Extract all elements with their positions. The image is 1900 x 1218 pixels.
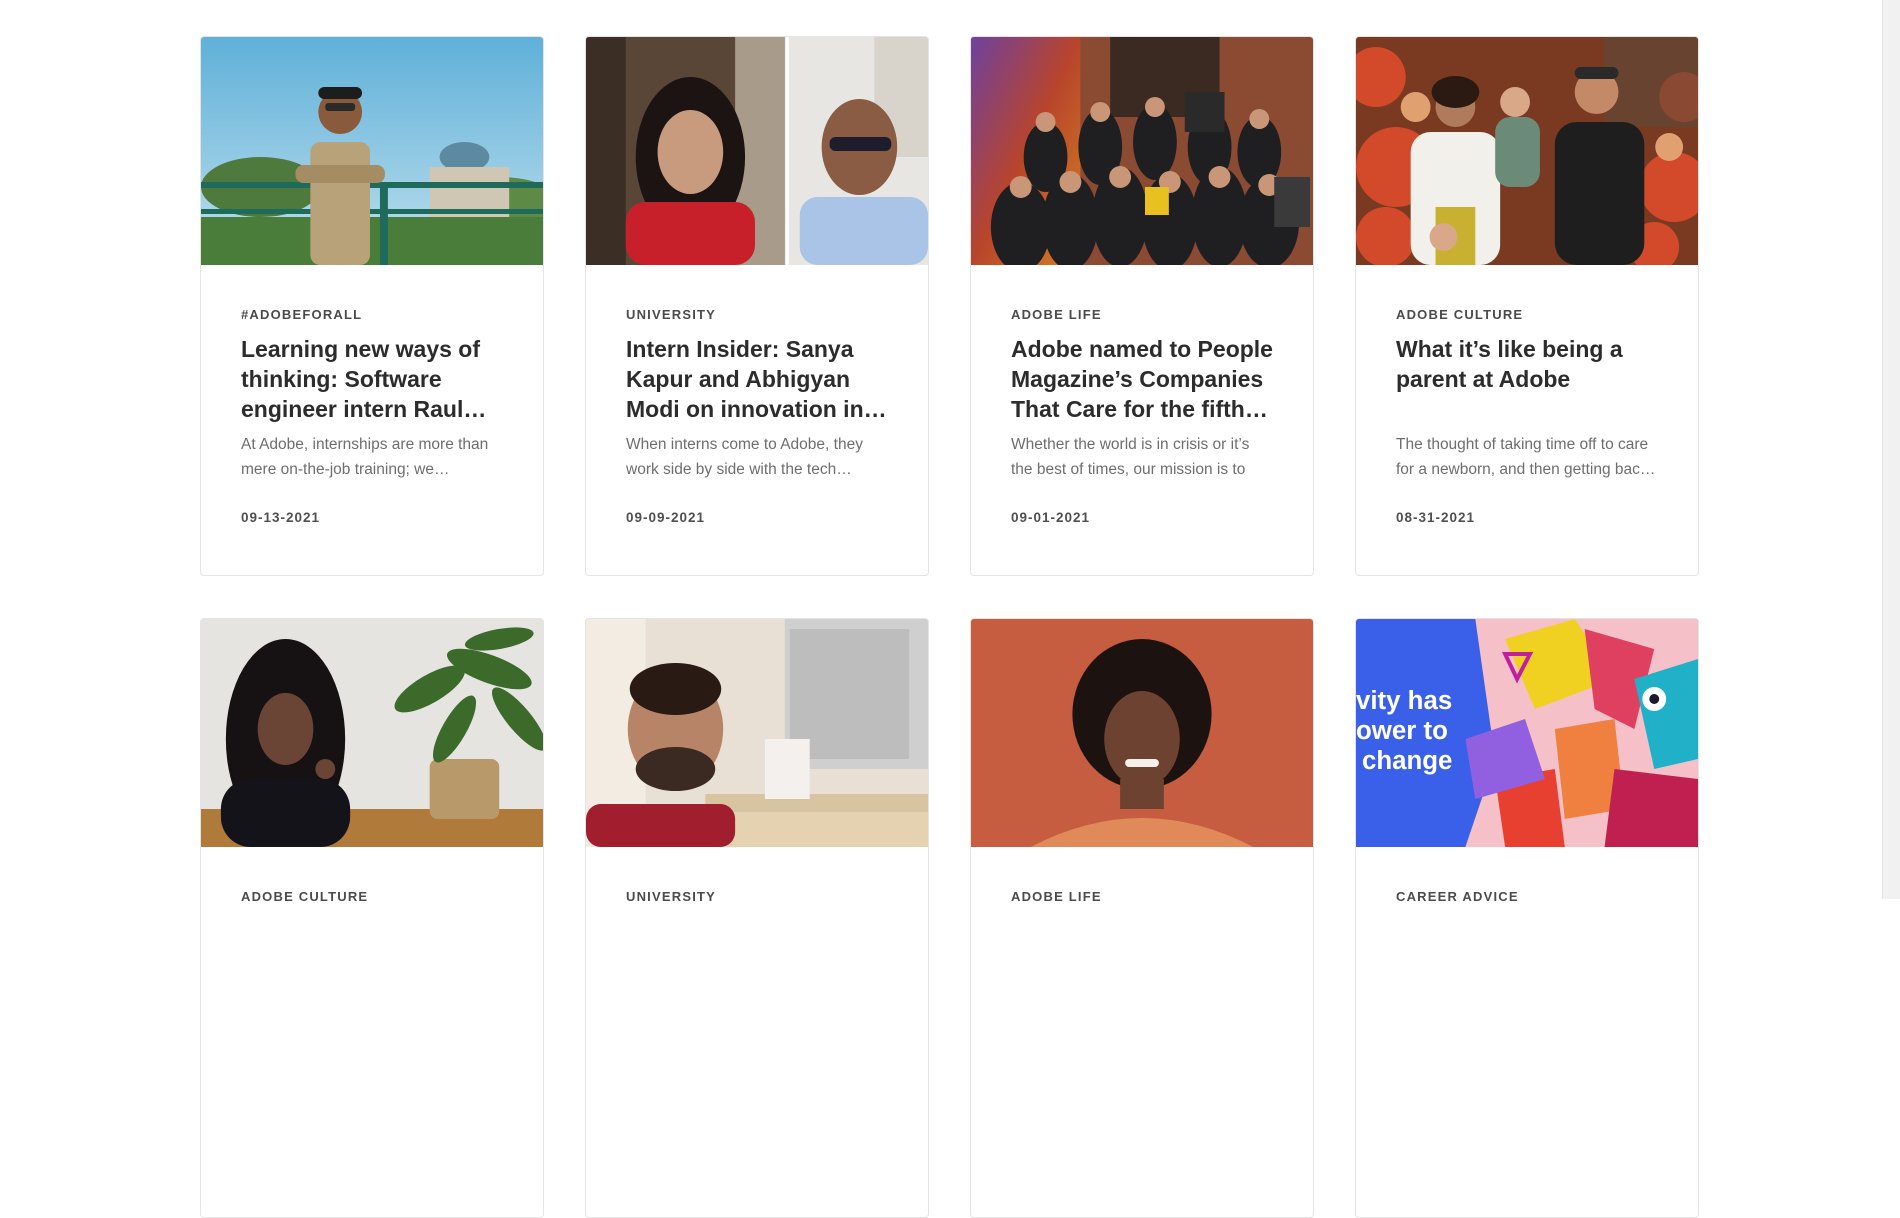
- article-grid: #ADOBEFORALL Learning new ways of thinki…: [200, 36, 1699, 1218]
- article-title[interactable]: Learning new ways of thinking: Software …: [241, 334, 503, 424]
- creativity-illustration: vity has ower to change: [1356, 619, 1698, 847]
- group-photo: [971, 37, 1313, 265]
- article-excerpt: At Adobe, internships are more than mere…: [241, 436, 489, 478]
- article-date: 08-31-2021: [1396, 510, 1476, 525]
- man-leaning-on-railing-photo: [201, 37, 543, 265]
- article-category[interactable]: ADOBE CULTURE: [1396, 307, 1658, 322]
- article-card[interactable]: ADOBE CULTURE: [200, 618, 544, 1218]
- article-category[interactable]: ADOBE CULTURE: [241, 889, 503, 904]
- illustration-text-line-1: vity has: [1356, 687, 1452, 715]
- article-card[interactable]: ADOBE CULTURE What it’s like being a par…: [1355, 36, 1699, 576]
- article-thumbnail[interactable]: [201, 619, 543, 847]
- article-thumbnail[interactable]: [971, 619, 1313, 847]
- illustration-text-line-2: ower to: [1356, 717, 1448, 745]
- article-title[interactable]: Adobe named to People Magazine’s Compani…: [1011, 334, 1273, 424]
- article-date: 09-13-2021: [241, 510, 321, 525]
- woman-with-plant-photo: [201, 619, 543, 847]
- article-card[interactable]: UNIVERSITY Intern Insider: Sanya Kapur a…: [585, 36, 929, 576]
- article-category[interactable]: ADOBE LIFE: [1011, 307, 1273, 322]
- article-thumbnail[interactable]: [201, 37, 543, 265]
- article-thumbnail[interactable]: [586, 37, 928, 265]
- video-call-split-photo: [586, 37, 928, 265]
- article-card[interactable]: ADOBE LIFE: [970, 618, 1314, 1218]
- article-thumbnail[interactable]: [971, 37, 1313, 265]
- article-category[interactable]: UNIVERSITY: [626, 307, 888, 322]
- article-thumbnail[interactable]: [586, 619, 928, 847]
- article-excerpt: When interns come to Adobe, they work si…: [626, 436, 863, 478]
- article-category[interactable]: UNIVERSITY: [626, 889, 888, 904]
- article-excerpt: The thought of taking time off to care f…: [1396, 436, 1656, 478]
- smiling-woman-portrait-photo: [971, 619, 1313, 847]
- article-date: 09-01-2021: [1011, 510, 1091, 525]
- article-category[interactable]: CAREER ADVICE: [1396, 889, 1658, 904]
- article-category[interactable]: ADOBE LIFE: [1011, 889, 1273, 904]
- article-excerpt: Whether the world is in crisis or it’s t…: [1011, 436, 1250, 478]
- smiling-man-at-desk-photo: [586, 619, 928, 847]
- page-scrollbar[interactable]: [1882, 0, 1900, 899]
- article-card[interactable]: UNIVERSITY: [585, 618, 929, 1218]
- article-card[interactable]: ADOBE LIFE Adobe named to People Magazin…: [970, 36, 1314, 576]
- article-card[interactable]: vity has ower to change CAREER ADVICE: [1355, 618, 1699, 1218]
- article-title[interactable]: What it’s like being a parent at Adobe: [1396, 334, 1658, 424]
- illustration-text-line-3: change: [1362, 747, 1452, 775]
- family-photo: [1356, 37, 1698, 265]
- article-thumbnail[interactable]: vity has ower to change: [1356, 619, 1698, 847]
- article-card[interactable]: #ADOBEFORALL Learning new ways of thinki…: [200, 36, 544, 576]
- article-title[interactable]: Intern Insider: Sanya Kapur and Abhigyan…: [626, 334, 888, 424]
- article-category[interactable]: #ADOBEFORALL: [241, 307, 503, 322]
- article-thumbnail[interactable]: [1356, 37, 1698, 265]
- article-date: 09-09-2021: [626, 510, 706, 525]
